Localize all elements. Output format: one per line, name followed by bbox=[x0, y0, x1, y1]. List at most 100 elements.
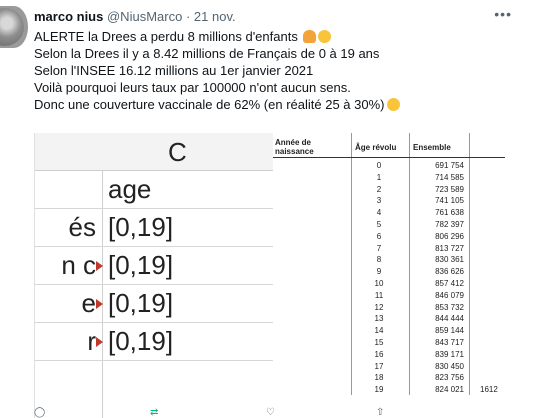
age-cell: 14 bbox=[374, 326, 384, 336]
age-cell: 8 bbox=[376, 255, 382, 265]
table-row: 11 846 079 bbox=[273, 290, 505, 301]
comment-marker-icon bbox=[96, 337, 103, 347]
table-row: 6 806 296 bbox=[273, 231, 505, 242]
total-cell: 843 717 bbox=[435, 338, 464, 347]
share-icon[interactable]: ⇧ bbox=[376, 408, 390, 418]
tweet-line: Selon la Drees il y a 8.42 millions de F… bbox=[34, 46, 380, 61]
spreadsheet-cell-left: e bbox=[81, 288, 96, 318]
table-row: 8 830 361 bbox=[273, 254, 505, 265]
column-header: C bbox=[35, 133, 274, 171]
table-row: 13 844 444 bbox=[273, 313, 505, 324]
total-cell: 806 296 bbox=[435, 231, 464, 241]
total-cell: 691 754 bbox=[435, 161, 464, 170]
tweet-line: ALERTE la Drees a perdu 8 millions d'enf… bbox=[34, 28, 400, 45]
age-cell: 10 bbox=[374, 279, 384, 288]
spreadsheet-cell-value: [0,19] bbox=[108, 288, 174, 318]
sum-cell: 1612 bbox=[480, 385, 498, 395]
total-cell: 824 021 bbox=[435, 385, 464, 395]
age-cell: 6 bbox=[376, 231, 382, 241]
more-horizontal-icon[interactable]: ••• bbox=[494, 6, 512, 22]
spreadsheet-row: és [0,19] bbox=[35, 209, 274, 247]
table-row: 15 843 717 bbox=[273, 337, 505, 348]
age-cell: 1 bbox=[376, 172, 382, 182]
heart-icon[interactable]: ♡ bbox=[266, 408, 280, 418]
avatar[interactable] bbox=[0, 6, 28, 48]
age-cell: 3 bbox=[376, 196, 382, 206]
table-row: 7 813 727 bbox=[273, 243, 505, 254]
total-cell: 830 450 bbox=[435, 361, 464, 371]
total-cell: 859 144 bbox=[435, 326, 464, 336]
table-row: 5 782 397 bbox=[273, 219, 505, 230]
grinning-sweat-emoji-icon bbox=[386, 98, 400, 111]
total-cell: 723 589 bbox=[435, 184, 464, 194]
header-total: Ensemble bbox=[413, 143, 451, 152]
total-cell: 853 732 bbox=[435, 302, 464, 312]
age-cell: 12 bbox=[374, 302, 384, 312]
total-cell: 857 412 bbox=[435, 279, 464, 288]
table-row: 3 741 105 bbox=[273, 195, 505, 206]
age-cell: 9 bbox=[376, 267, 382, 277]
age-cell: 7 bbox=[376, 243, 382, 253]
header-year: Année de naissance bbox=[275, 138, 314, 156]
table-row: 19 824 021 1612 bbox=[273, 384, 505, 395]
tweet-text: ALERTE la Drees a perdu 8 millions d'enf… bbox=[34, 28, 400, 113]
spreadsheet-cell-left: és bbox=[68, 212, 96, 242]
age-cell: 13 bbox=[374, 314, 384, 324]
spreadsheet-cell-value: age bbox=[108, 174, 152, 204]
tweet-header: marco nius @NiusMarco · 21 nov. bbox=[34, 9, 236, 24]
total-cell: 813 727 bbox=[435, 243, 464, 253]
table-row: 9 836 626 bbox=[273, 266, 505, 277]
facepalm-emoji-icon bbox=[303, 30, 317, 43]
total-cell: 714 585 bbox=[435, 172, 464, 182]
spreadsheet-cell-value: [0,19] bbox=[108, 250, 174, 280]
total-cell: 823 756 bbox=[435, 373, 464, 383]
age-cell: 0 bbox=[376, 161, 382, 170]
reply-icon[interactable]: ◯ bbox=[34, 408, 48, 418]
laughing-emoji-icon bbox=[318, 30, 332, 43]
table-row: 12 853 732 bbox=[273, 302, 505, 313]
population-table-image[interactable]: Année de naissance Âge révolu Ensemble 0… bbox=[273, 133, 505, 418]
total-cell: 782 397 bbox=[435, 220, 464, 229]
age-cell: 15 bbox=[374, 338, 384, 347]
age-cell: 5 bbox=[376, 220, 382, 229]
spreadsheet-cell-value: [0,19] bbox=[108, 212, 174, 242]
spreadsheet-cell-left: n c bbox=[61, 250, 96, 280]
separator-dot: · bbox=[185, 9, 191, 24]
age-cell: 17 bbox=[374, 361, 384, 371]
table-row: 4 761 638 bbox=[273, 207, 505, 218]
tweet-line: Donc une couverture vaccinale de 62% (en… bbox=[34, 96, 400, 113]
total-cell: 846 079 bbox=[435, 290, 464, 300]
total-cell: 741 105 bbox=[435, 196, 464, 206]
table-row: 14 859 144 bbox=[273, 325, 505, 336]
header-rule bbox=[273, 157, 505, 158]
table-row: 2 723 589 bbox=[273, 184, 505, 195]
spreadsheet-row: n c [0,19] bbox=[35, 247, 274, 285]
age-cell: 18 bbox=[374, 373, 384, 383]
table-row: 18 823 756 bbox=[273, 372, 505, 383]
age-cell: 16 bbox=[374, 349, 384, 359]
tweet-actions: ◯ ⇄ ♡ ⇧ bbox=[34, 408, 534, 418]
spreadsheet-cell-value: [0,19] bbox=[108, 326, 174, 356]
age-cell: 2 bbox=[376, 184, 382, 194]
spreadsheet-image[interactable]: C age és [0,19] n c [0,19] e [0,19] r [0,19] bbox=[34, 133, 274, 418]
table-row: 17 830 450 bbox=[273, 361, 505, 372]
spreadsheet-cell-left: r bbox=[87, 326, 96, 356]
header-age: Âge révolu bbox=[355, 143, 397, 152]
total-cell: 761 638 bbox=[435, 208, 464, 218]
retweet-icon[interactable]: ⇄ bbox=[150, 408, 164, 418]
age-cell: 4 bbox=[376, 208, 382, 218]
author-handle[interactable]: @NiusMarco bbox=[107, 9, 182, 24]
table-row: 1 714 585 bbox=[273, 172, 505, 183]
total-cell: 839 171 bbox=[435, 349, 464, 359]
spreadsheet-row: e [0,19] bbox=[35, 285, 274, 323]
spreadsheet-row: age bbox=[35, 171, 274, 209]
author-name[interactable]: marco nius bbox=[34, 9, 103, 24]
comment-marker-icon bbox=[96, 261, 103, 271]
tweet-date[interactable]: 21 nov. bbox=[194, 9, 236, 24]
table-row: 16 839 171 bbox=[273, 349, 505, 360]
tweet-line: Selon l'INSEE 16.12 millions au 1er janv… bbox=[34, 63, 314, 78]
total-cell: 836 626 bbox=[435, 267, 464, 277]
total-cell: 830 361 bbox=[435, 255, 464, 265]
spreadsheet-row: r [0,19] bbox=[35, 323, 274, 361]
avatar-image bbox=[0, 8, 24, 46]
